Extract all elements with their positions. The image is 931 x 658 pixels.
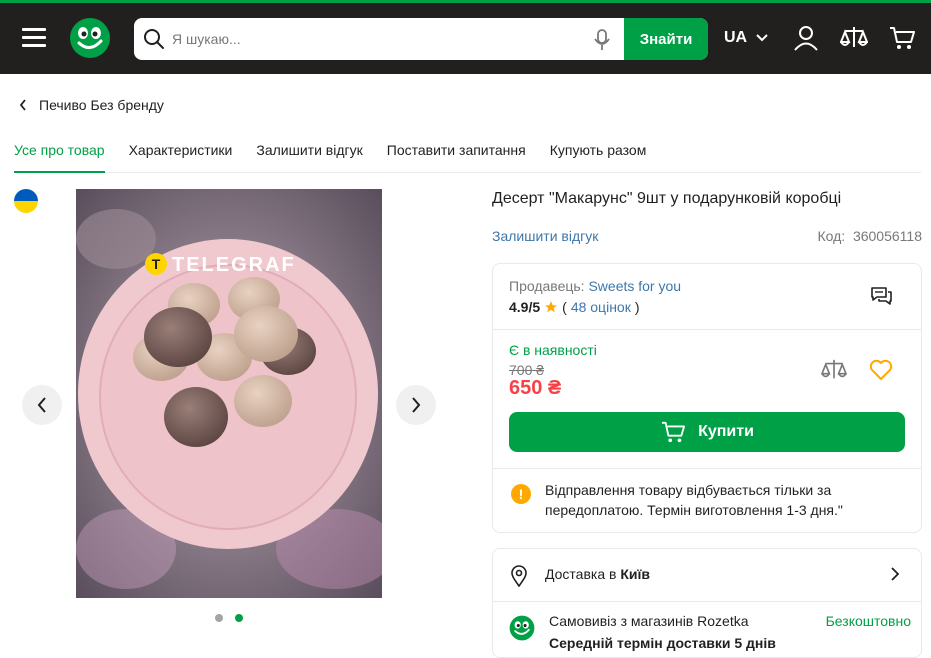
warning-icon: ! [511, 484, 531, 504]
rozetka-store-icon [509, 615, 535, 641]
delivery-card: Доставка в Київ Самовивіз з магазинів Ro… [492, 548, 922, 658]
gallery-prev-button[interactable] [22, 385, 62, 425]
search-icon [144, 29, 164, 49]
leave-review-link[interactable]: Залишити відгук [492, 228, 598, 244]
seller-label: Продавець: [509, 278, 585, 294]
chevron-right-icon[interactable] [891, 567, 899, 581]
breadcrumb-label: Печиво Без бренду [39, 97, 164, 113]
tab-all-about[interactable]: Усе про товар [14, 142, 105, 173]
search-box: Знайти [134, 18, 708, 60]
product-tabs: Усе про товар Характеристики Залишити ві… [14, 142, 921, 173]
product-code-label: Код: [817, 228, 846, 244]
tab-leave-review[interactable]: Залишити відгук [256, 142, 362, 173]
gallery-next-button[interactable] [396, 385, 436, 425]
rozetka-logo[interactable] [69, 17, 111, 59]
menu-icon[interactable] [22, 28, 46, 48]
delivery-label: Доставка в [545, 566, 617, 582]
product-code: Код: 360056118 [817, 228, 922, 244]
availability-status: Є в наявності [509, 342, 597, 358]
chevron-down-icon [756, 34, 768, 42]
seller-info: Продавець: Sweets for you [509, 278, 681, 294]
chevron-left-icon [37, 397, 46, 413]
gallery-pagination [215, 614, 243, 622]
divider [493, 601, 921, 602]
delivery-term: Середній термін доставки 5 днів [549, 635, 776, 651]
reviews-count-link[interactable]: 48 оцінок [571, 299, 631, 315]
compare-icon[interactable] [840, 25, 868, 51]
heart-icon[interactable] [869, 359, 893, 381]
search-input[interactable] [172, 18, 612, 60]
seller-name-link[interactable]: Sweets for you [588, 278, 681, 294]
product-photo[interactable]: T TELEGRAF [76, 189, 382, 598]
chat-icon[interactable] [869, 284, 893, 308]
old-price: 700 ₴ [509, 362, 545, 378]
compare-icon[interactable] [821, 358, 847, 382]
star-icon [545, 301, 557, 313]
microphone-icon[interactable] [594, 29, 610, 51]
pickup-price: Безкоштовно [825, 613, 911, 629]
seller-notice: Відправлення товару відбувається тільки … [545, 482, 843, 518]
chevron-left-icon [19, 99, 26, 111]
language-selector[interactable]: UA [724, 29, 768, 47]
reviews-open-paren: ( [562, 299, 567, 315]
buy-button[interactable]: Купити [509, 412, 905, 452]
reviews-close-paren: ) [634, 299, 640, 315]
pickup-option: Самовивіз з магазинів Rozetka [549, 613, 749, 629]
user-icon[interactable] [793, 25, 819, 51]
tab-characteristics[interactable]: Характеристики [129, 142, 233, 173]
gallery-dot[interactable] [215, 614, 223, 622]
cart-icon[interactable] [889, 25, 915, 51]
tab-bought-together[interactable]: Купують разом [550, 142, 647, 173]
cart-icon [662, 421, 686, 443]
product-code-value: 360056118 [852, 228, 922, 244]
divider [493, 329, 921, 330]
seller-rating: 4.9/5 ( 48 оцінок ) [509, 299, 640, 315]
search-button[interactable]: Знайти [624, 18, 708, 60]
language-label: UA [724, 29, 748, 46]
delivery-city-name: Київ [620, 566, 651, 582]
back-breadcrumb[interactable]: Печиво Без бренду [19, 97, 164, 113]
chevron-right-icon [412, 397, 421, 413]
tab-ask-question[interactable]: Поставити запитання [387, 142, 526, 173]
svg-text:T: T [152, 256, 161, 272]
offer-card: Продавець: Sweets for you 4.9/5 ( 48 оці… [492, 263, 922, 533]
svg-text:TELEGRAF: TELEGRAF [172, 254, 296, 276]
rating-value: 4.9/5 [509, 299, 541, 315]
current-price: 650 ₴ [509, 377, 562, 399]
location-pin-icon [511, 565, 527, 587]
ukraine-flag-icon [14, 189, 38, 213]
buy-button-label: Купити [698, 423, 754, 440]
delivery-city[interactable]: Доставка в Київ [545, 566, 650, 582]
divider [493, 468, 921, 469]
product-title: Десерт "Макарунс" 9шт у подарунковій кор… [492, 190, 842, 207]
header-bar: Знайти UA [0, 3, 931, 74]
gallery-dot-active[interactable] [235, 614, 243, 622]
